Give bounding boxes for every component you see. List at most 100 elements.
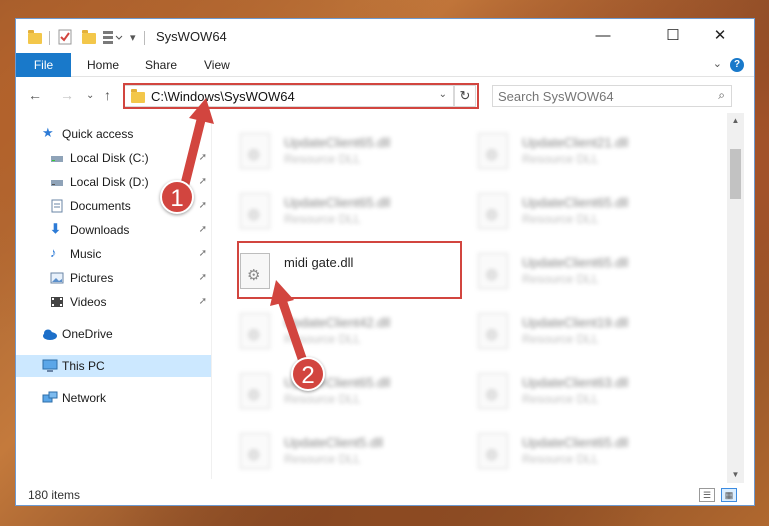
file-type: Resource DLL [284,452,361,466]
file-item[interactable]: UpdateClient65.dll Resource DLL [212,187,442,235]
file-type: Resource DLL [284,392,361,406]
network-icon [42,391,58,405]
sidebar-item-videos[interactable]: Videos ➚ [16,291,211,313]
file-item[interactable]: UpdateClient65.dll Resource DLL [450,427,680,475]
dll-file-icon [478,253,508,289]
help-icon[interactable]: ? [730,58,744,72]
pictures-icon [50,271,64,285]
file-item[interactable]: UpdateClient19.dll Resource DLL [450,307,680,355]
tab-view[interactable]: View [204,53,230,77]
customize-icon[interactable] [102,29,124,45]
recent-locations-button[interactable]: ⌄ [86,90,94,101]
details-view-icon[interactable]: ☰ [699,488,715,502]
computer-icon [42,359,58,373]
file-item[interactable]: UpdateClient63.dll Resource DLL [450,367,680,415]
close-button[interactable]: ✕ [697,19,743,53]
sidebar-item-label: Pictures [70,271,114,285]
status-bar: 180 items ☰ ▦ [16,483,754,505]
search-input[interactable] [493,86,693,106]
cloud-icon [42,327,57,341]
sidebar-item-this-pc[interactable]: This PC [16,355,211,377]
vertical-scrollbar[interactable]: ▲ ▼ [727,113,744,483]
file-type: Resource DLL [522,212,599,226]
step-callout-2: 2 [291,357,325,391]
file-name: UpdateClient65.dll [522,195,629,210]
dll-file-icon [478,313,508,349]
dll-file-icon [240,313,270,349]
file-type: Resource DLL [522,452,599,466]
pin-icon[interactable]: ➚ [199,224,207,235]
window-title: SysWOW64 [156,29,227,44]
dll-file-icon [478,133,508,169]
sidebar-item-label: Videos [70,295,107,309]
step-callout-1: 1 [160,180,194,214]
star-icon: ★ [42,125,54,140]
pin-icon[interactable]: ➚ [199,272,207,283]
up-button[interactable]: ↑ [104,87,111,103]
item-count: 180 items [28,488,81,502]
large-icons-view-icon[interactable]: ▦ [721,488,737,502]
search-box[interactable]: ⌕ [492,85,732,107]
file-name: UpdateClient42.dll [284,315,391,330]
tab-share[interactable]: Share [145,53,177,77]
download-icon: ⬇ [50,221,61,236]
file-item[interactable]: UpdateClient21.dll Resource DLL [450,127,680,175]
file-item[interactable]: UpdateClient65.dll Resource DLL [212,127,442,175]
file-type: Resource DLL [522,392,599,406]
folder-icon [28,30,42,44]
pin-icon[interactable]: ➚ [199,248,207,259]
dll-file-icon [478,193,508,229]
quick-access-dropdown-icon[interactable]: ▾ [130,31,136,47]
tab-home[interactable]: Home [87,53,119,77]
properties-icon[interactable] [58,29,72,45]
sidebar-item-label: Quick access [62,127,134,141]
scroll-up-icon[interactable]: ▲ [727,113,744,129]
file-name: UpdateClient63.dll [522,375,629,390]
explorer-window: ▾ SysWOW64 — ☐ ✕ File Home Share View ⌄ … [15,18,755,506]
sidebar-item-music[interactable]: ♪ Music ➚ [16,243,211,265]
sidebar-item-label: Documents [70,199,131,213]
tab-file[interactable]: File [16,53,71,77]
file-type: Resource DLL [284,152,361,166]
file-item[interactable]: UpdateClient65.dll Resource DLL [450,247,680,295]
title-separator [144,31,145,45]
drive-icon [50,151,64,165]
expand-ribbon-icon[interactable]: ⌄ [713,57,722,70]
file-name: UpdateClient19.dll [522,315,629,330]
sidebar-item-downloads[interactable]: ⬇ Downloads ➚ [16,219,211,241]
back-button[interactable]: ← [28,87,42,103]
navigation-pane: ★ Quick access Local Disk (C:) ➚ Local D… [16,119,211,479]
pin-icon[interactable]: ➚ [199,296,207,307]
search-icon: ⌕ [718,88,725,102]
address-highlight-box [123,83,479,109]
file-item[interactable]: UpdateClient65.dll Resource DLL [450,187,680,235]
scroll-down-icon[interactable]: ▼ [727,467,744,483]
scroll-thumb[interactable] [730,149,741,199]
maximize-button[interactable]: ☐ [650,19,696,53]
sidebar-item-quick-access[interactable]: ★ Quick access [16,123,211,145]
forward-button[interactable]: → [60,87,74,103]
file-name: UpdateClient65.dll [522,255,629,270]
sidebar-item-network[interactable]: Network [16,387,211,409]
document-icon [50,199,64,213]
sidebar-item-label: Downloads [70,223,130,237]
new-folder-icon[interactable] [82,30,96,44]
video-icon [50,295,64,309]
pin-icon[interactable]: ➚ [199,200,207,211]
sidebar-item-onedrive[interactable]: OneDrive [16,323,211,345]
sidebar-item-local-disk-c[interactable]: Local Disk (C:) ➚ [16,147,211,169]
file-type: Resource DLL [522,332,599,346]
ribbon: File Home Share View ⌄ ? [16,53,754,77]
minimize-button[interactable]: — [580,19,626,53]
file-name: UpdateClient65.dll [522,435,629,450]
file-item[interactable]: UpdateClient65.dll Resource DLL [212,367,442,415]
pin-icon[interactable]: ➚ [199,176,207,187]
sidebar-item-label: This PC [62,359,105,373]
file-type: Resource DLL [522,272,599,286]
sidebar-item-pictures[interactable]: Pictures ➚ [16,267,211,289]
file-name: UpdateClient5.dll [284,435,384,450]
file-item[interactable]: UpdateClient5.dll Resource DLL [212,427,442,475]
pin-icon[interactable]: ➚ [199,152,207,163]
file-item[interactable]: UpdateClient42.dll Resource DLL [212,307,442,355]
dll-file-icon [240,433,270,469]
